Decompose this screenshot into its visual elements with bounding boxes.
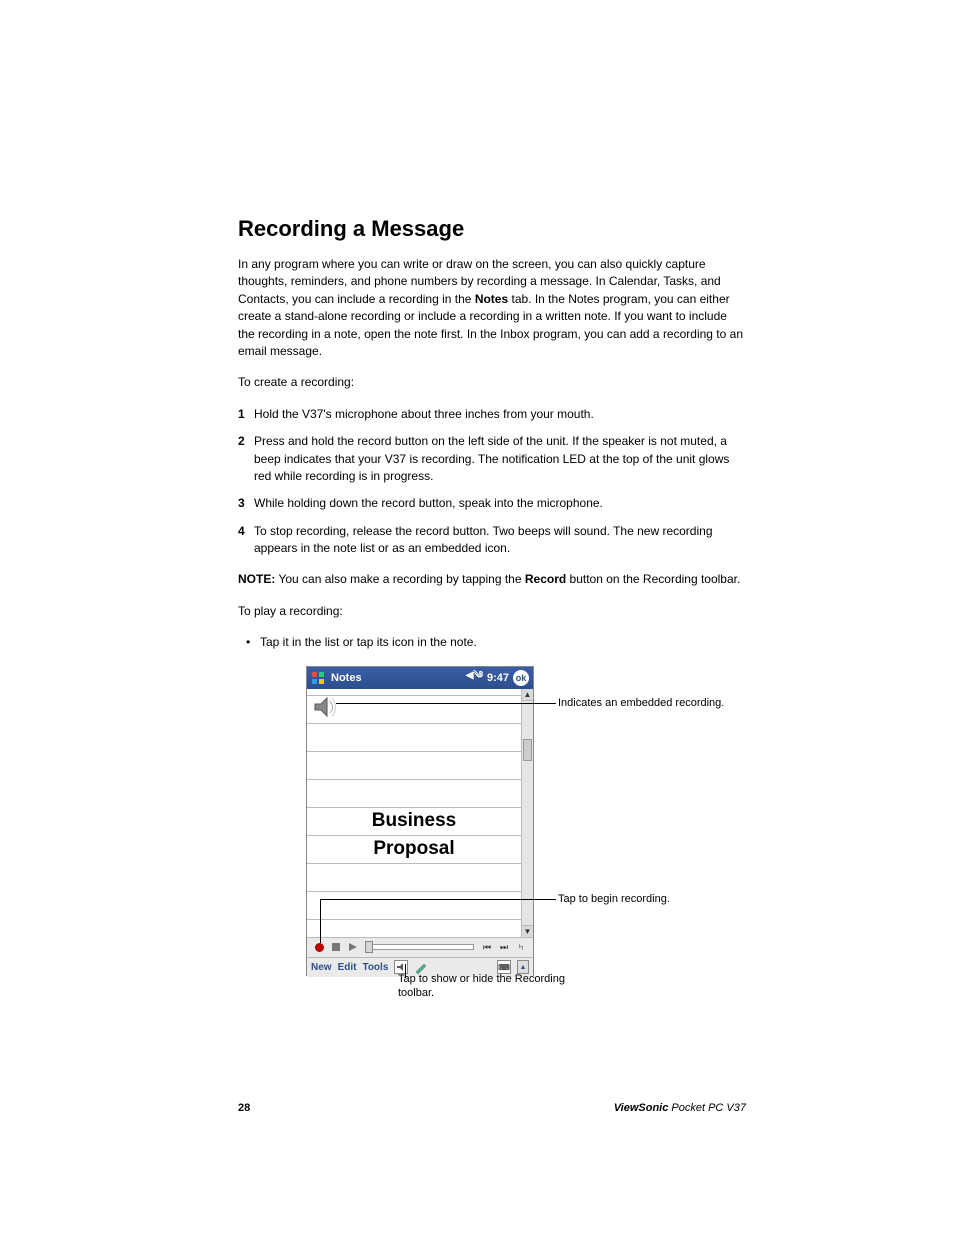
volume-icon[interactable]: ◀༄ <box>466 664 483 692</box>
note-line-1: Business <box>307 807 521 835</box>
scroll-thumb[interactable] <box>523 739 532 761</box>
ok-button[interactable]: ok <box>513 670 529 686</box>
rewind-button[interactable]: ⏮ <box>479 939 495 955</box>
play-bullet: Tap it in the list or tap its icon in th… <box>238 634 746 651</box>
audio-settings-button[interactable]: ৸ <box>513 939 529 955</box>
footer-brand: ViewSonic <box>614 1102 669 1114</box>
note-label: NOTE: <box>238 572 275 586</box>
menu-new[interactable]: New <box>311 962 332 973</box>
steps-list: 1Hold the V37's microphone about three i… <box>238 406 746 558</box>
slider-knob[interactable] <box>365 941 373 953</box>
pocketpc-screenshot: Notes ◀༄ 9:47 ok Business Proposal ▲ <box>306 666 534 976</box>
step-1-text: Hold the V37's microphone about three in… <box>254 407 594 421</box>
play-label: To play a recording: <box>238 603 746 620</box>
create-label: To create a recording: <box>238 374 746 391</box>
note-bold-record: Record <box>525 572 566 586</box>
page-number: 28 <box>238 1102 250 1114</box>
record-button[interactable] <box>311 939 327 955</box>
title-bar: Notes ◀༄ 9:47 ok <box>307 667 533 689</box>
stop-button[interactable] <box>328 939 344 955</box>
figure-area: Notes ◀༄ 9:47 ok Business Proposal ▲ <box>238 666 746 1036</box>
start-flag-icon[interactable] <box>311 670 327 686</box>
step-1: 1Hold the V37's microphone about three i… <box>238 406 746 423</box>
page-footer: 28 ViewSonic Pocket PC V37 <box>238 1102 746 1114</box>
intro-paragraph: In any program where you can write or dr… <box>238 256 746 360</box>
note-paragraph: NOTE: You can also make a recording by t… <box>238 571 746 588</box>
leader-line-2v <box>320 899 321 943</box>
note-line-2: Proposal <box>307 835 521 863</box>
callout-embedded: Indicates an embedded recording. <box>558 696 728 710</box>
step-2: 2Press and hold the record button on the… <box>238 433 746 485</box>
note-pre: You can also make a recording by tapping… <box>275 572 525 586</box>
forward-button[interactable]: ⏭ <box>496 939 512 955</box>
menu-tools[interactable]: Tools <box>362 962 388 973</box>
embedded-recording-icon[interactable] <box>313 695 339 719</box>
leader-line-2h <box>320 899 556 900</box>
step-3-text: While holding down the record button, sp… <box>254 496 603 510</box>
note-post: button on the Recording toolbar. <box>566 572 740 586</box>
step-3: 3While holding down the record button, s… <box>238 495 746 512</box>
progress-slider[interactable] <box>366 944 474 950</box>
scroll-up-arrow[interactable]: ▲ <box>522 689 533 701</box>
play-bullet-list: Tap it in the list or tap its icon in th… <box>238 634 746 651</box>
page-heading: Recording a Message <box>238 216 746 242</box>
footer-model: ViewSonic Pocket PC V37 <box>250 1102 746 1114</box>
step-4-text: To stop recording, release the record bu… <box>254 524 713 555</box>
footer-model-text: Pocket PC V37 <box>668 1102 746 1114</box>
intro-bold-notes: Notes <box>475 292 508 306</box>
step-2-text: Press and hold the record button on the … <box>254 434 729 483</box>
menu-edit[interactable]: Edit <box>338 962 357 973</box>
app-title: Notes <box>331 672 362 684</box>
leader-line-1 <box>336 703 556 704</box>
callout-begin-recording: Tap to begin recording. <box>558 892 728 906</box>
handwritten-note: Business Proposal <box>307 807 521 863</box>
scroll-down-arrow[interactable]: ▼ <box>522 925 533 937</box>
callout-toolbar-toggle: Tap to show or hide the Recording toolba… <box>398 972 578 1001</box>
play-button[interactable] <box>345 939 361 955</box>
step-4: 4To stop recording, release the record b… <box>238 523 746 558</box>
recording-toolbar: ⏮ ⏭ ৸ <box>307 937 533 957</box>
clock-time: 9:47 <box>487 672 509 684</box>
